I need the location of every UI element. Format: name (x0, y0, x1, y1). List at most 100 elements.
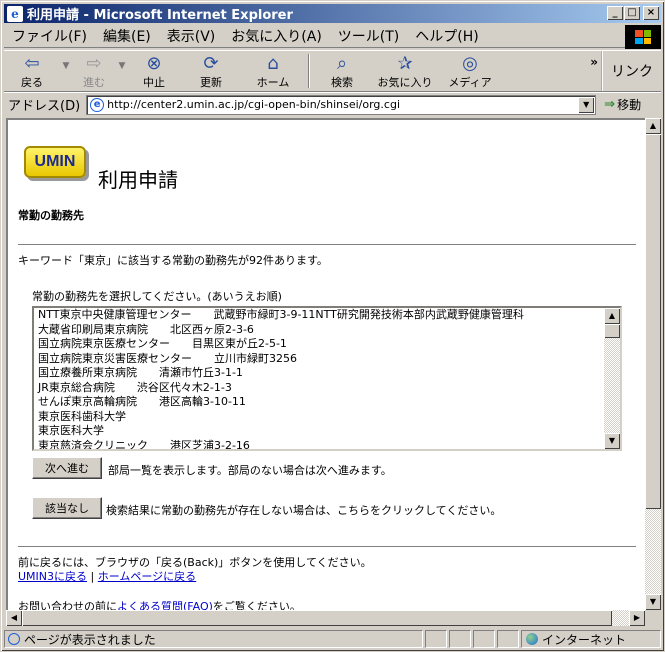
contact-suffix: をご覧ください。 (212, 600, 301, 610)
status-cell (449, 630, 471, 648)
listbox-scroll-down-icon[interactable]: ▼ (604, 433, 620, 449)
browser-window: e 利用申請 - Microsoft Internet Explorer _ □… (0, 0, 665, 652)
scroll-right-icon[interactable]: ▶ (629, 610, 645, 626)
list-option[interactable]: せんぽ東京高輪病院 港区高輪3-10-11 (34, 395, 620, 410)
go-button[interactable]: ⇒ 移動 (604, 96, 641, 113)
stop-icon: ⊗ (146, 53, 162, 74)
back-arrow-icon: ⇦ (24, 53, 40, 74)
links-button[interactable]: リンク (601, 51, 661, 91)
ie-icon: e (7, 5, 23, 22)
list-option[interactable]: 国立病院東京医療センター 目黒区東が丘2-5-1 (34, 337, 620, 352)
favorites-label: お気に入り (377, 76, 433, 89)
back-button[interactable]: ⇦ 戻る (4, 51, 60, 91)
divider (18, 244, 636, 246)
list-option[interactable]: 東京医科大学 (34, 424, 620, 439)
vertical-scroll-thumb[interactable] (645, 134, 661, 509)
listbox-scroll-thumb[interactable] (604, 324, 620, 338)
next-description: 部局一覧を表示します。部局のない場合は次へ進みます。 (108, 464, 392, 477)
page-icon: e (90, 97, 105, 112)
forward-dropdown-icon[interactable]: ▼ (116, 51, 128, 71)
go-label: 移動 (617, 98, 642, 112)
address-url: http://center2.umin.ac.jp/cgi-open-bin/s… (107, 98, 400, 111)
section-heading: 常勤の勤務先 (18, 209, 84, 222)
not-found-button[interactable]: 該当なし (32, 497, 102, 519)
list-option[interactable]: NTT東京中央健康管理センター 武蔵野市緑町3-9-11NTT研究開発技術本部内… (34, 308, 620, 323)
footer-links: UMIN3に戻る | ホームページに戻る (18, 568, 196, 584)
go-arrow-icon: ⇒ (604, 97, 616, 112)
horizontal-scroll-thumb[interactable] (22, 610, 612, 626)
stop-button[interactable]: ⊗ 中止 (128, 51, 180, 91)
media-label: メディア (448, 76, 492, 89)
menu-help[interactable]: ヘルプ(H) (407, 26, 486, 46)
close-button[interactable]: × (643, 6, 659, 20)
list-option[interactable]: JR東京総合病院 渋谷区代々木2-1-3 (34, 381, 620, 396)
refresh-icon: ⟳ (203, 53, 219, 74)
result-count-text: キーワード「東京」に該当する常勤の勤務先が92件あります。 (18, 254, 328, 267)
back-label: 戻る (21, 76, 43, 89)
menu-favorites[interactable]: お気に入り(A) (223, 26, 330, 46)
home-button[interactable]: ⌂ ホーム (242, 51, 304, 91)
list-option[interactable]: 大蔵省印刷局東京病院 北区西ヶ原2-3-6 (34, 323, 620, 338)
favorites-star-icon: ✰ (397, 53, 413, 74)
forward-button[interactable]: ⇨ 進む (72, 51, 116, 91)
address-label: アドレス(D) (8, 99, 81, 114)
link-separator: | (90, 570, 95, 583)
media-icon: ◎ (462, 53, 478, 74)
search-icon: ⌕ (336, 53, 348, 74)
divider (18, 546, 636, 548)
list-option[interactable]: 東京慈済会クリニック 港区芝浦3-2-16 (34, 439, 620, 450)
faq-link[interactable]: よくある質問(FAQ) (117, 600, 213, 610)
status-cell (425, 630, 447, 648)
toolbar-chevron-icon[interactable]: » (590, 55, 598, 69)
scroll-up-icon[interactable]: ▲ (645, 118, 661, 134)
stop-label: 中止 (143, 76, 165, 89)
list-option[interactable]: 国立病院東京災害医療センター 立川市緑町3256 (34, 352, 620, 367)
status-cell (497, 630, 519, 648)
windows-logo-icon (625, 25, 661, 49)
address-dropdown-icon[interactable]: ▼ (578, 96, 595, 113)
menu-file[interactable]: ファイル(F) (4, 26, 95, 46)
list-option[interactable]: 東京医科歯科大学 (34, 410, 620, 425)
forward-label: 進む (83, 76, 105, 89)
listbox-scroll-up-icon[interactable]: ▲ (604, 308, 620, 324)
contact-prefix: お問い合わせの前に (18, 600, 117, 610)
contact-note: お問い合わせの前によくある質問(FAQ)をご覧ください。 (18, 598, 301, 610)
refresh-label: 更新 (200, 76, 222, 89)
internet-globe-icon (526, 633, 538, 645)
toolbar-separator (308, 54, 310, 88)
select-instruction: 常勤の勤務先を選択してください。(あいうえお順) (32, 290, 282, 303)
refresh-button[interactable]: ⟳ 更新 (180, 51, 242, 91)
scroll-down-icon[interactable]: ▼ (645, 594, 661, 610)
scroll-left-icon[interactable]: ◀ (6, 610, 22, 626)
search-button[interactable]: ⌕ 検索 (314, 51, 370, 91)
page-horizontal-scrollbar[interactable]: ◀ ▶ (6, 610, 645, 626)
menu-view[interactable]: 表示(V) (159, 26, 224, 46)
window-controls: _ □ × (606, 6, 659, 20)
workplace-listbox[interactable]: NTT東京中央健康管理センター 武蔵野市緑町3-9-11NTT研究開発技術本部内… (32, 306, 622, 451)
search-label: 検索 (331, 76, 353, 89)
status-text: ページが表示されました (24, 632, 156, 647)
menu-edit[interactable]: 編集(E) (95, 26, 159, 46)
status-main: ページが表示されました (4, 630, 423, 648)
page-loaded-icon (8, 633, 20, 645)
umin3-link[interactable]: UMIN3に戻る (18, 570, 87, 583)
address-input[interactable]: e http://center2.umin.ac.jp/cgi-open-bin… (86, 94, 597, 115)
listbox-scrollbar[interactable]: ▲ ▼ (604, 308, 620, 449)
back-dropdown-icon[interactable]: ▼ (60, 51, 72, 71)
menu-tools[interactable]: ツール(T) (330, 26, 407, 46)
maximize-button[interactable]: □ (624, 6, 640, 20)
list-option[interactable]: 国立療養所東京病院 清瀬市竹丘3-1-1 (34, 366, 620, 381)
page-vertical-scrollbar[interactable]: ▲ ▼ (645, 118, 661, 610)
umin-logo: UMIN (24, 146, 86, 178)
security-zone: インターネット (521, 630, 661, 648)
status-cell (473, 630, 495, 648)
media-button[interactable]: ◎ メディア (440, 51, 500, 91)
menu-bar: ファイル(F) 編集(E) 表示(V) お気に入り(A) ツール(T) ヘルプ(… (4, 24, 661, 48)
minimize-button[interactable]: _ (607, 6, 623, 20)
favorites-button[interactable]: ✰ お気に入り (370, 51, 440, 91)
window-title: 利用申請 - Microsoft Internet Explorer (27, 8, 293, 23)
next-button[interactable]: 次へ進む (32, 457, 102, 479)
homepage-link[interactable]: ホームページに戻る (98, 570, 196, 583)
page-viewport: UMIN 利用申請 常勤の勤務先 キーワード「東京」に該当する常勤の勤務先が92… (6, 118, 645, 610)
address-bar: アドレス(D) e http://center2.umin.ac.jp/cgi-… (4, 92, 661, 116)
